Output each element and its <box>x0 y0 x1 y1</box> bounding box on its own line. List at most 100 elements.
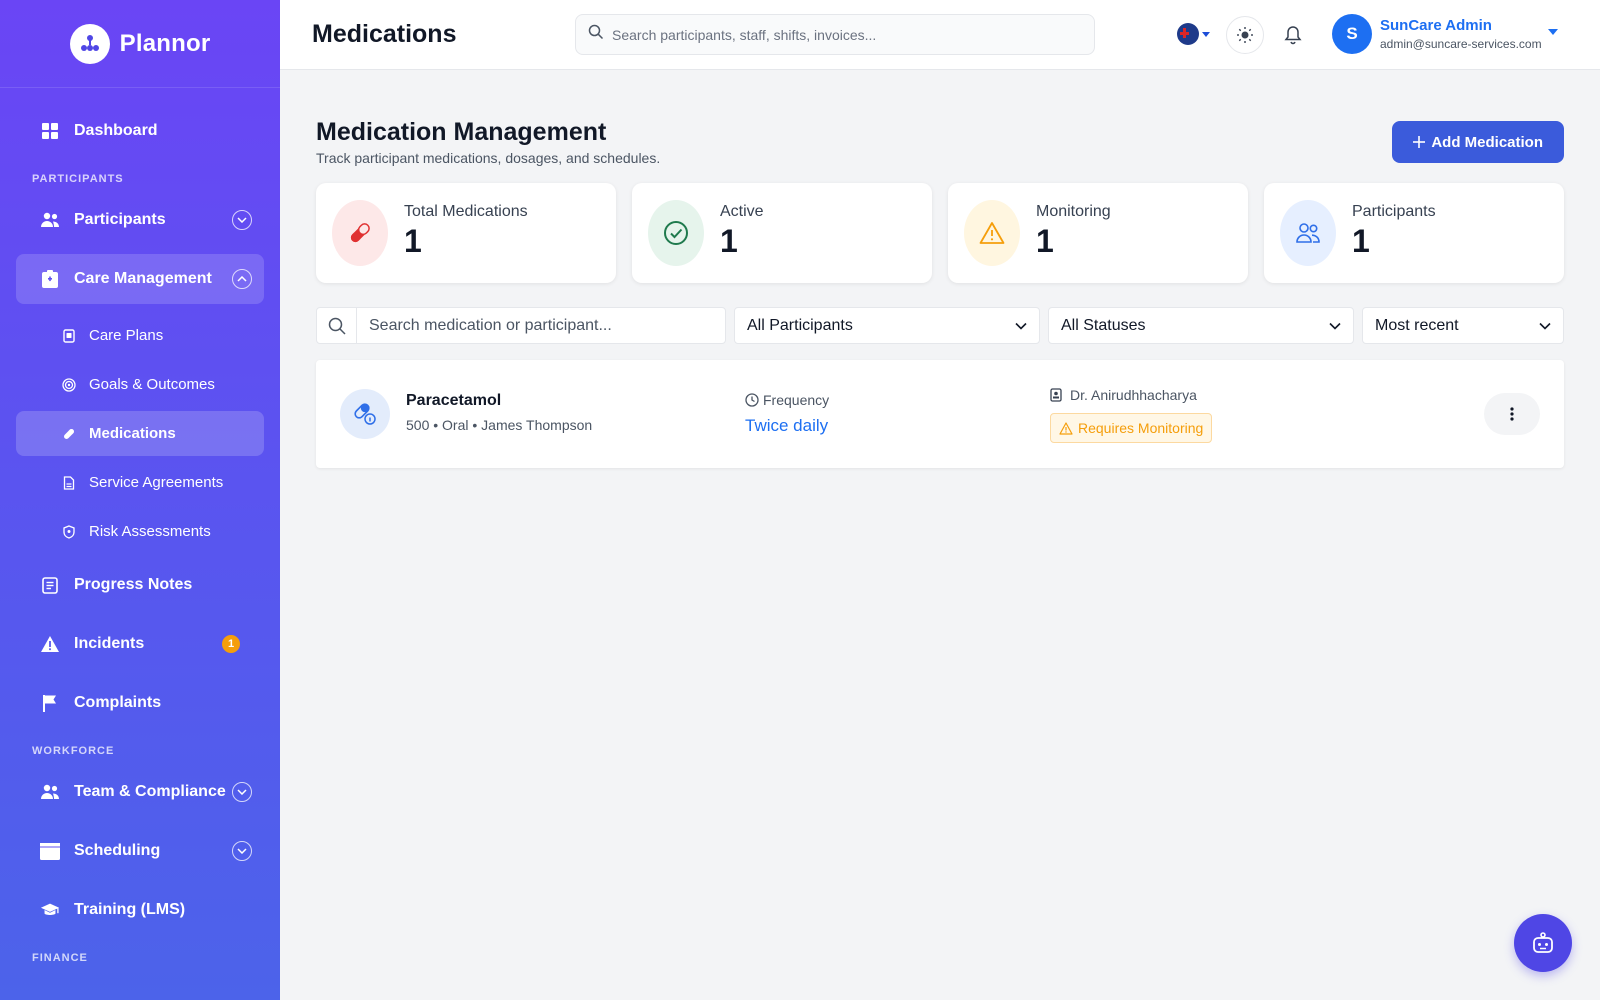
add-medication-button[interactable]: Add Medication <box>1392 121 1564 163</box>
global-search[interactable] <box>575 14 1095 55</box>
sidebar-item-service-agreements[interactable]: Service Agreements <box>16 460 264 505</box>
target-icon <box>61 377 77 393</box>
pill-icon <box>61 426 77 442</box>
stat-value: 1 <box>1036 222 1054 259</box>
sidebar: Plannor Dashboard PARTICIPANTS Participa… <box>0 0 280 1000</box>
sidebar-item-incidents[interactable]: Incidents 1 <box>16 619 264 669</box>
user-menu[interactable]: S SunCare Admin admin@suncare-services.c… <box>1332 14 1558 54</box>
sidebar-item-label: Goals & Outcomes <box>89 376 215 393</box>
sidebar-item-label: Risk Assessments <box>89 523 211 540</box>
sidebar-item-label: Care Management <box>74 270 212 287</box>
sidebar-nav: Dashboard PARTICIPANTS Participants Care… <box>0 88 280 974</box>
users-icon <box>1280 200 1336 266</box>
sidebar-item-participants[interactable]: Participants <box>16 195 264 245</box>
medication-search-input[interactable] <box>357 308 717 343</box>
sidebar-item-risk-assessments[interactable]: Risk Assessments <box>16 509 264 554</box>
medication-search[interactable] <box>316 307 726 344</box>
global-search-input[interactable] <box>612 26 1082 43</box>
sidebar-item-label: Scheduling <box>74 842 161 859</box>
chevron-down-icon[interactable] <box>232 210 252 230</box>
users-icon <box>40 782 60 802</box>
sidebar-item-label: Medications <box>89 425 176 442</box>
chevron-down-icon[interactable] <box>232 782 252 802</box>
flag-icon <box>40 693 60 713</box>
caret-down-icon <box>1547 29 1558 35</box>
chevron-down-icon[interactable] <box>232 841 252 861</box>
users-icon <box>40 210 60 230</box>
clipboard-icon <box>40 269 60 289</box>
sidebar-item-label: Dashboard <box>74 122 158 139</box>
brand-logo-icon <box>69 23 110 64</box>
file-icon <box>61 475 77 491</box>
clock-icon <box>745 393 759 407</box>
brand[interactable]: Plannor <box>0 0 280 88</box>
sidebar-item-scheduling[interactable]: Scheduling <box>16 826 264 876</box>
shield-icon <box>61 524 77 540</box>
stat-label: Monitoring <box>1036 202 1111 220</box>
warning-icon <box>40 634 60 654</box>
id-badge-icon <box>1050 388 1062 402</box>
chevron-down-icon <box>1539 322 1551 330</box>
prescriber-name: Dr. Anirudhhacharya <box>1070 387 1197 403</box>
sidebar-item-label: Participants <box>74 211 166 228</box>
sidebar-item-label: Progress Notes <box>74 576 193 593</box>
stat-card-total: Total Medications 1 <box>316 183 616 283</box>
sidebar-item-care-plans[interactable]: Care Plans <box>16 313 264 358</box>
calendar-icon <box>40 841 60 861</box>
notifications-button[interactable] <box>1280 22 1306 48</box>
section-label-workforce: WORKFORCE <box>32 745 115 757</box>
medication-meta: 500 • Oral • James Thompson <box>406 417 593 433</box>
sort-select[interactable]: Most recent <box>1362 307 1564 344</box>
assistant-fab-button[interactable] <box>1514 914 1572 972</box>
topbar: Medications S SunCare Admin admin@suncar… <box>280 0 1600 70</box>
sidebar-item-team[interactable]: Team & Compliance <box>16 767 264 817</box>
sidebar-item-progress-notes[interactable]: Progress Notes <box>16 560 264 610</box>
prescriber: Dr. Anirudhhacharya <box>1050 387 1197 403</box>
user-name: SunCare Admin <box>1380 17 1492 34</box>
notes-icon <box>40 575 60 595</box>
stat-value: 1 <box>720 222 738 259</box>
theme-toggle-button[interactable] <box>1226 16 1264 54</box>
status-filter-select[interactable]: All Statuses <box>1048 307 1354 344</box>
more-options-button[interactable] <box>1484 393 1540 435</box>
frequency-label: Frequency <box>745 392 829 408</box>
stat-card-active: Active 1 <box>632 183 932 283</box>
chevron-up-icon[interactable] <box>232 269 252 289</box>
language-selector[interactable] <box>1177 23 1210 45</box>
sidebar-item-medications[interactable]: Medications <box>16 411 264 456</box>
grid-icon <box>40 121 60 141</box>
sidebar-item-training[interactable]: Training (LMS) <box>16 885 264 935</box>
chevron-down-icon <box>1015 322 1027 330</box>
page-title: Medications <box>312 20 457 48</box>
sidebar-item-label: Service Agreements <box>89 474 224 491</box>
stats-row: Total Medications 1 Active 1 Monitoring … <box>316 183 1564 283</box>
sidebar-item-label: Complaints <box>74 694 162 711</box>
brand-name: Plannor <box>119 29 211 57</box>
sidebar-item-care-management[interactable]: Care Management <box>16 254 264 304</box>
sidebar-item-complaints[interactable]: Complaints <box>16 678 264 728</box>
stat-value: 1 <box>1352 222 1370 259</box>
stat-card-monitoring: Monitoring 1 <box>948 183 1248 283</box>
warning-icon <box>1059 421 1073 435</box>
avatar: S <box>1332 14 1372 54</box>
search-icon <box>317 308 357 343</box>
pill-info-icon <box>340 389 390 439</box>
stat-label: Active <box>720 202 764 220</box>
sidebar-item-goals[interactable]: Goals & Outcomes <box>16 362 264 407</box>
section-subtitle: Track participant medications, dosages, … <box>316 150 661 166</box>
pill-icon <box>332 200 388 266</box>
sidebar-item-label: Team & Compliance <box>74 783 226 800</box>
search-icon <box>588 24 604 45</box>
add-medication-label: Add Medication <box>1431 133 1543 151</box>
caret-down-icon <box>1202 31 1210 37</box>
australia-flag-icon <box>1177 23 1199 45</box>
user-email: admin@suncare-services.com <box>1380 37 1542 51</box>
participant-filter-select[interactable]: All Participants <box>734 307 1040 344</box>
chevron-down-icon <box>1329 322 1341 330</box>
status-badge: Requires Monitoring <box>1050 413 1213 443</box>
sidebar-item-dashboard[interactable]: Dashboard <box>16 106 264 156</box>
stat-label: Total Medications <box>404 202 528 220</box>
status-filter-value: All Statuses <box>1061 316 1146 334</box>
robot-icon <box>1533 932 1553 953</box>
medication-card[interactable]: Paracetamol 500 • Oral • James Thompson … <box>316 360 1564 468</box>
